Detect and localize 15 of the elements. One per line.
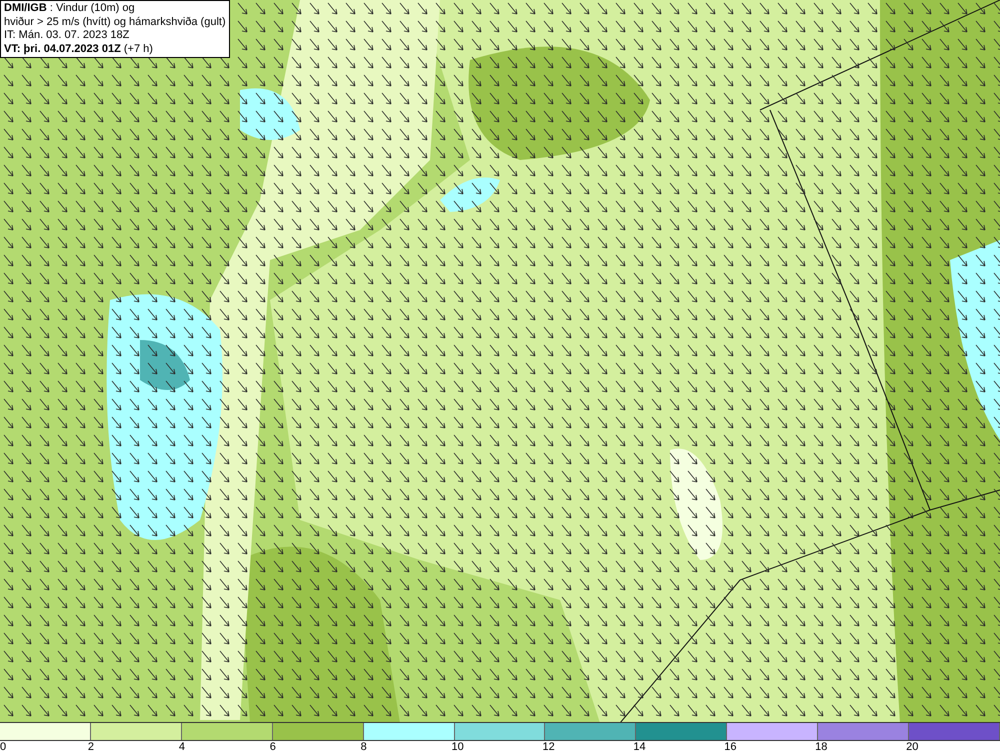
scale-tick-label: 4: [178, 741, 185, 753]
scale-tick-label: 10: [452, 741, 464, 753]
scale-tick-label: 16: [724, 741, 737, 753]
map-info-text: VT: þri. 04.07.2023 01Z (+7 h): [4, 42, 154, 56]
scale-tick-label: 14: [633, 741, 646, 753]
map-info-text: hviður > 25 m/s (hvítt) og hámarkshviða (gult): [4, 16, 226, 29]
scale-tick-label: 8: [360, 741, 367, 753]
scale-tick-label: 12: [542, 741, 555, 753]
map-info-text: DMI/IGB : Vindur (10m) og: [4, 2, 136, 16]
scale-tick-label: 2: [88, 741, 94, 753]
map-info-text: IT: Mán. 03. 07. 2023 18Z: [4, 29, 130, 42]
scale-tick-label: 0: [0, 741, 6, 753]
scale-tick-label: 18: [815, 741, 828, 753]
scale-tick-label: 6: [270, 741, 276, 753]
scale-tick-label: 20: [906, 741, 918, 753]
